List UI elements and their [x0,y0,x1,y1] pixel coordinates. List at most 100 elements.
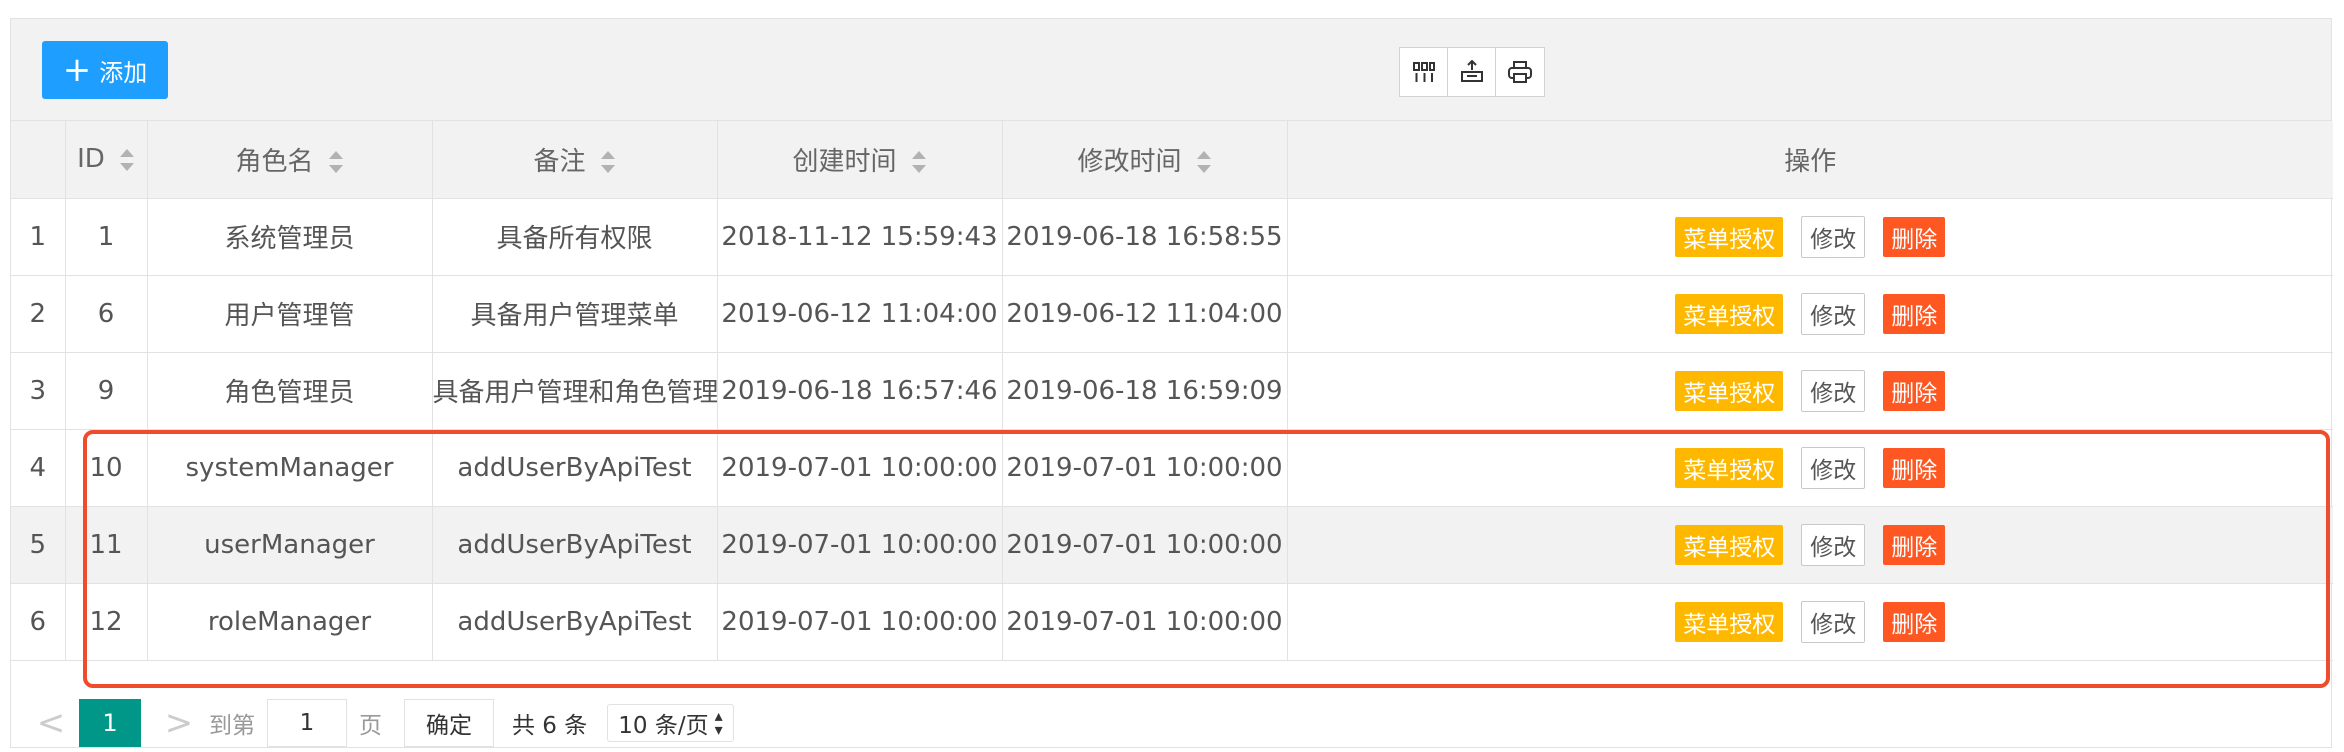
prev-page-button[interactable]: < [31,703,71,743]
row-id: 1 [65,198,148,276]
row-created-at: 2019-06-18 16:57:46 [717,352,1003,430]
add-button-label: 添加 [99,58,148,87]
edit-button[interactable]: 修改 [1801,292,1866,335]
edit-button[interactable]: 修改 [1801,600,1866,643]
row-created-at: 2019-06-12 11:04:00 [717,275,1003,353]
sort-icon[interactable] [911,151,927,174]
edit-button[interactable]: 修改 [1801,446,1866,489]
edit-button[interactable]: 修改 [1801,215,1866,258]
row-index: 1 [11,198,66,276]
menu-authorize-button[interactable]: 菜单授权 [1675,601,1784,642]
header-role-name[interactable]: 角色名 [147,121,433,199]
page-size-value: 10 条/页 [618,713,709,739]
sort-icon[interactable] [119,148,135,171]
delete-button[interactable]: 删除 [1883,447,1946,488]
delete-button[interactable]: 删除 [1883,293,1946,334]
table-header-row: ID 角色名 备注 创建时间 修改时间 操作 [11,121,2333,199]
select-arrows-icon: ▴ ▾ [714,706,723,739]
table-row: 1 1 系统管理员 具备所有权限 2018-11-12 15:59:43 201… [11,198,2333,276]
header-id[interactable]: ID [65,121,148,199]
edit-button[interactable]: 修改 [1801,369,1866,412]
table-row: 5 11 userManager addUserByApiTest 2019-0… [11,506,2333,584]
row-index: 6 [11,583,66,661]
header-actions: 操作 [1287,121,2333,199]
row-role-name: userManager [147,506,433,584]
columns-icon[interactable] [1399,47,1449,97]
row-created-at: 2019-07-01 10:00:00 [717,506,1003,584]
row-actions: 菜单授权 修改 删除 [1287,506,2333,584]
add-button[interactable]: + 添加 [42,41,168,99]
header-role-name-label: 角色名 [235,146,314,177]
row-id: 6 [65,275,148,353]
row-created-at: 2019-07-01 10:00:00 [717,429,1003,507]
row-role-name: systemManager [147,429,433,507]
next-page-button[interactable]: > [159,703,199,743]
table-row: 4 10 systemManager addUserByApiTest 2019… [11,429,2333,507]
header-index [11,121,66,199]
row-actions: 菜单授权 修改 删除 [1287,583,2333,661]
table-toolbar: + 添加 [11,19,2331,121]
header-created-at[interactable]: 创建时间 [717,121,1003,199]
menu-authorize-button[interactable]: 菜单授权 [1675,293,1784,334]
row-remark: addUserByApiTest [432,583,718,661]
plus-icon: + [62,50,92,90]
menu-authorize-button[interactable]: 菜单授权 [1675,216,1784,257]
row-role-name: 用户管理管 [147,275,433,353]
print-icon[interactable] [1495,47,1545,97]
sort-icon[interactable] [328,151,344,174]
goto-page-input[interactable]: 1 [267,699,347,747]
delete-button[interactable]: 删除 [1883,601,1946,642]
table-row: 3 9 角色管理员 具备用户管理和角色管理菜单 2019-06-18 16:57… [11,352,2333,430]
row-updated-at: 2019-07-01 10:00:00 [1002,429,1288,507]
edit-button[interactable]: 修改 [1801,523,1866,566]
row-id: 12 [65,583,148,661]
delete-button[interactable]: 删除 [1883,370,1946,411]
sort-icon[interactable] [600,151,616,174]
row-role-name: 系统管理员 [147,198,433,276]
role-table: ID 角色名 备注 创建时间 修改时间 操作 1 1 系统管理员 具备所有权限 … [11,121,2333,661]
row-actions: 菜单授权 修改 删除 [1287,198,2333,276]
sort-icon[interactable] [1196,151,1212,174]
row-updated-at: 2019-06-18 16:59:09 [1002,352,1288,430]
header-remark[interactable]: 备注 [432,121,718,199]
row-actions: 菜单授权 修改 删除 [1287,352,2333,430]
page-size-select[interactable]: 10 条/页 ▴ ▾ [607,704,734,742]
row-id: 10 [65,429,148,507]
row-role-name: 角色管理员 [147,352,433,430]
row-remark: addUserByApiTest [432,429,718,507]
row-remark: 具备用户管理菜单 [432,275,718,353]
row-index: 5 [11,506,66,584]
export-icon[interactable] [1447,47,1497,97]
row-remark: 具备所有权限 [432,198,718,276]
total-count: 共 6 条 [512,713,588,739]
header-remark-label: 备注 [533,146,586,177]
header-updated-at-label: 修改时间 [1077,146,1182,177]
row-actions: 菜单授权 修改 删除 [1287,429,2333,507]
header-id-label: ID [77,144,105,175]
row-remark: 具备用户管理和角色管理菜单 [432,352,718,430]
row-created-at: 2018-11-12 15:59:43 [717,198,1003,276]
delete-button[interactable]: 删除 [1883,216,1946,257]
page-unit-label: 页 [359,713,382,739]
goto-confirm-button[interactable]: 确定 [404,699,494,747]
row-role-name: roleManager [147,583,433,661]
row-updated-at: 2019-07-01 10:00:00 [1002,506,1288,584]
current-page-button[interactable]: 1 [79,699,141,747]
row-updated-at: 2019-07-01 10:00:00 [1002,583,1288,661]
row-id: 11 [65,506,148,584]
header-created-at-label: 创建时间 [792,146,897,177]
pagination: < 1 > 到第 1 页 确定 共 6 条 10 条/页 ▴ ▾ [11,697,2331,749]
menu-authorize-button[interactable]: 菜单授权 [1675,524,1784,565]
row-id: 9 [65,352,148,430]
row-updated-at: 2019-06-18 16:58:55 [1002,198,1288,276]
row-index: 2 [11,275,66,353]
row-created-at: 2019-07-01 10:00:00 [717,583,1003,661]
row-updated-at: 2019-06-12 11:04:00 [1002,275,1288,353]
delete-button[interactable]: 删除 [1883,524,1946,565]
row-index: 3 [11,352,66,430]
menu-authorize-button[interactable]: 菜单授权 [1675,370,1784,411]
table-row: 2 6 用户管理管 具备用户管理菜单 2019-06-12 11:04:00 2… [11,275,2333,353]
row-remark: addUserByApiTest [432,506,718,584]
menu-authorize-button[interactable]: 菜单授权 [1675,447,1784,488]
header-updated-at[interactable]: 修改时间 [1002,121,1288,199]
